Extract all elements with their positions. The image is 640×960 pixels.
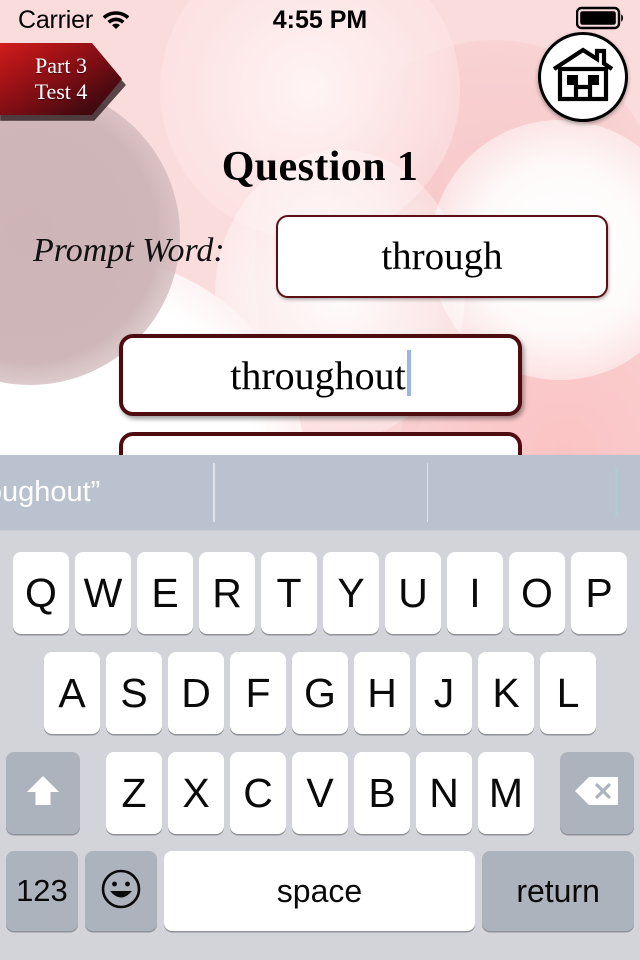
prompt-word-label: Prompt Word:	[33, 232, 225, 269]
key-p[interactable]: P	[571, 552, 627, 634]
on-screen-keyboard: Q W E R T Y U I O P A S D F G H J K L Z …	[0, 531, 640, 960]
key-r[interactable]: R	[199, 552, 255, 634]
space-key[interactable]: space	[163, 851, 476, 931]
key-l[interactable]: L	[540, 652, 596, 734]
key-j[interactable]: J	[416, 652, 472, 734]
key-a[interactable]: A	[44, 652, 100, 734]
emoji-smiley-icon	[98, 866, 144, 917]
key-w[interactable]: W	[75, 552, 131, 634]
key-o[interactable]: O	[509, 552, 565, 634]
page-title: Question 1	[221, 144, 419, 190]
key-n[interactable]: N	[416, 752, 472, 834]
suggestion-2[interactable]	[426, 455, 640, 530]
app-root: Carrier 4:55 PM Part 3 Test 4 Question 1…	[0, 0, 640, 960]
key-u[interactable]: U	[385, 552, 441, 634]
emoji-key[interactable]	[84, 851, 157, 931]
prompt-word-field: through	[276, 215, 608, 298]
key-y[interactable]: Y	[323, 552, 379, 634]
key-z[interactable]: Z	[106, 752, 162, 834]
key-m[interactable]: M	[478, 752, 534, 834]
key-d[interactable]: D	[168, 652, 224, 734]
status-bar-right	[575, 6, 626, 35]
part-test-ribbon: Part 3 Test 4	[0, 43, 126, 121]
key-h[interactable]: H	[354, 652, 410, 734]
suggestion-0-label: throughout”	[0, 476, 101, 508]
return-key[interactable]: return	[482, 851, 634, 931]
answer-input-value: throughout	[230, 352, 406, 398]
key-g[interactable]: G	[292, 652, 348, 734]
key-i[interactable]: I	[447, 552, 503, 634]
key-e[interactable]: E	[137, 552, 193, 634]
key-f[interactable]: F	[230, 652, 286, 734]
home-button[interactable]	[538, 32, 628, 122]
key-q[interactable]: Q	[13, 552, 69, 634]
suggestion-1[interactable]	[213, 455, 426, 530]
house-icon	[550, 44, 616, 111]
shift-key[interactable]	[6, 752, 80, 834]
prompt-word-value: through	[381, 235, 503, 278]
clock-label: 4:55 PM	[272, 5, 368, 34]
predictive-caret	[614, 469, 618, 517]
keyboard-row-2: A S D F G H J K L	[0, 643, 640, 743]
shift-icon	[23, 771, 63, 816]
key-s[interactable]: S	[106, 652, 162, 734]
ribbon-part-label: Part 3	[35, 53, 87, 79]
suggestion-0[interactable]: throughout”	[0, 455, 213, 530]
text-caret	[406, 350, 411, 396]
key-t[interactable]: T	[261, 552, 317, 634]
numeric-key[interactable]: 123	[6, 851, 78, 931]
predictive-text-bar: throughout”	[0, 455, 640, 531]
backspace-key[interactable]	[560, 752, 634, 834]
answer-input[interactable]: throughout	[119, 334, 522, 416]
status-bar: Carrier 4:55 PM	[0, 0, 640, 40]
key-x[interactable]: X	[168, 752, 224, 834]
key-v[interactable]: V	[292, 752, 348, 834]
keyboard-row-4: 123 space return	[0, 843, 640, 939]
key-b[interactable]: B	[354, 752, 410, 834]
backspace-icon	[573, 774, 621, 813]
key-k[interactable]: K	[478, 652, 534, 734]
keyboard-row-3: Z X C V B N M	[0, 743, 640, 843]
ribbon-test-label: Test 4	[34, 79, 88, 104]
battery-full-icon	[575, 6, 626, 35]
key-c[interactable]: C	[230, 752, 286, 834]
keyboard-row-1: Q W E R T Y U I O P	[0, 543, 640, 643]
